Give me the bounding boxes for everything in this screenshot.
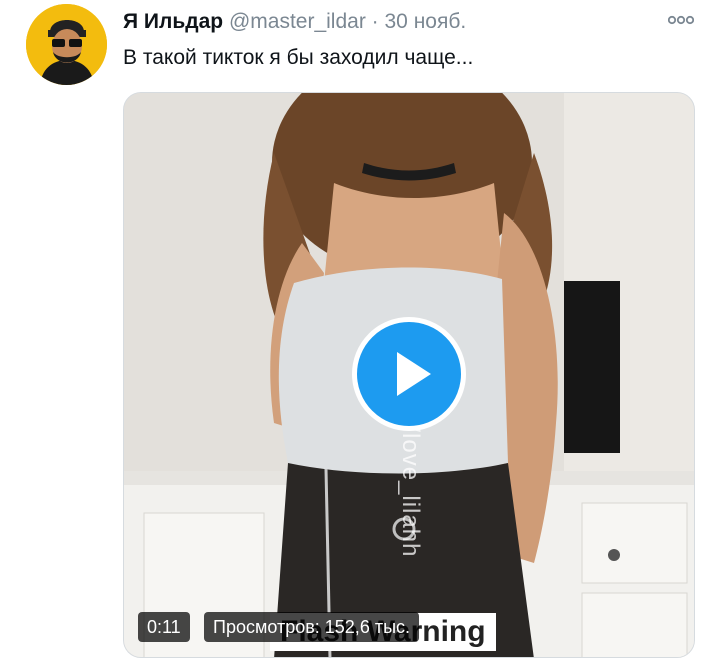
avatar-image: [26, 4, 107, 85]
author-handle[interactable]: @master_ildar: [229, 10, 366, 33]
author-name[interactable]: Я Ильдар: [123, 10, 223, 33]
tweet-text: В такой тикток я бы заходил чаще...: [123, 46, 474, 69]
more-options-icon[interactable]: [667, 13, 695, 27]
video-duration-badge: 0:11: [138, 612, 190, 642]
tweet-header: Я Ильдар @master_ildar · 30 нояб.: [123, 10, 466, 34]
meta-separator: ·: [371, 10, 379, 33]
avatar[interactable]: [26, 4, 107, 85]
video-views-badge: Просмотров: 152,6 тыс.: [204, 612, 420, 642]
play-icon: [397, 352, 431, 396]
play-button[interactable]: [352, 317, 466, 431]
video-watermark: u/love_lilahh: [397, 411, 424, 558]
tweet-date[interactable]: 30 нояб.: [385, 10, 467, 33]
video-player[interactable]: u/love_lilahh Flash Warning 0:11 Просмот…: [123, 92, 695, 658]
